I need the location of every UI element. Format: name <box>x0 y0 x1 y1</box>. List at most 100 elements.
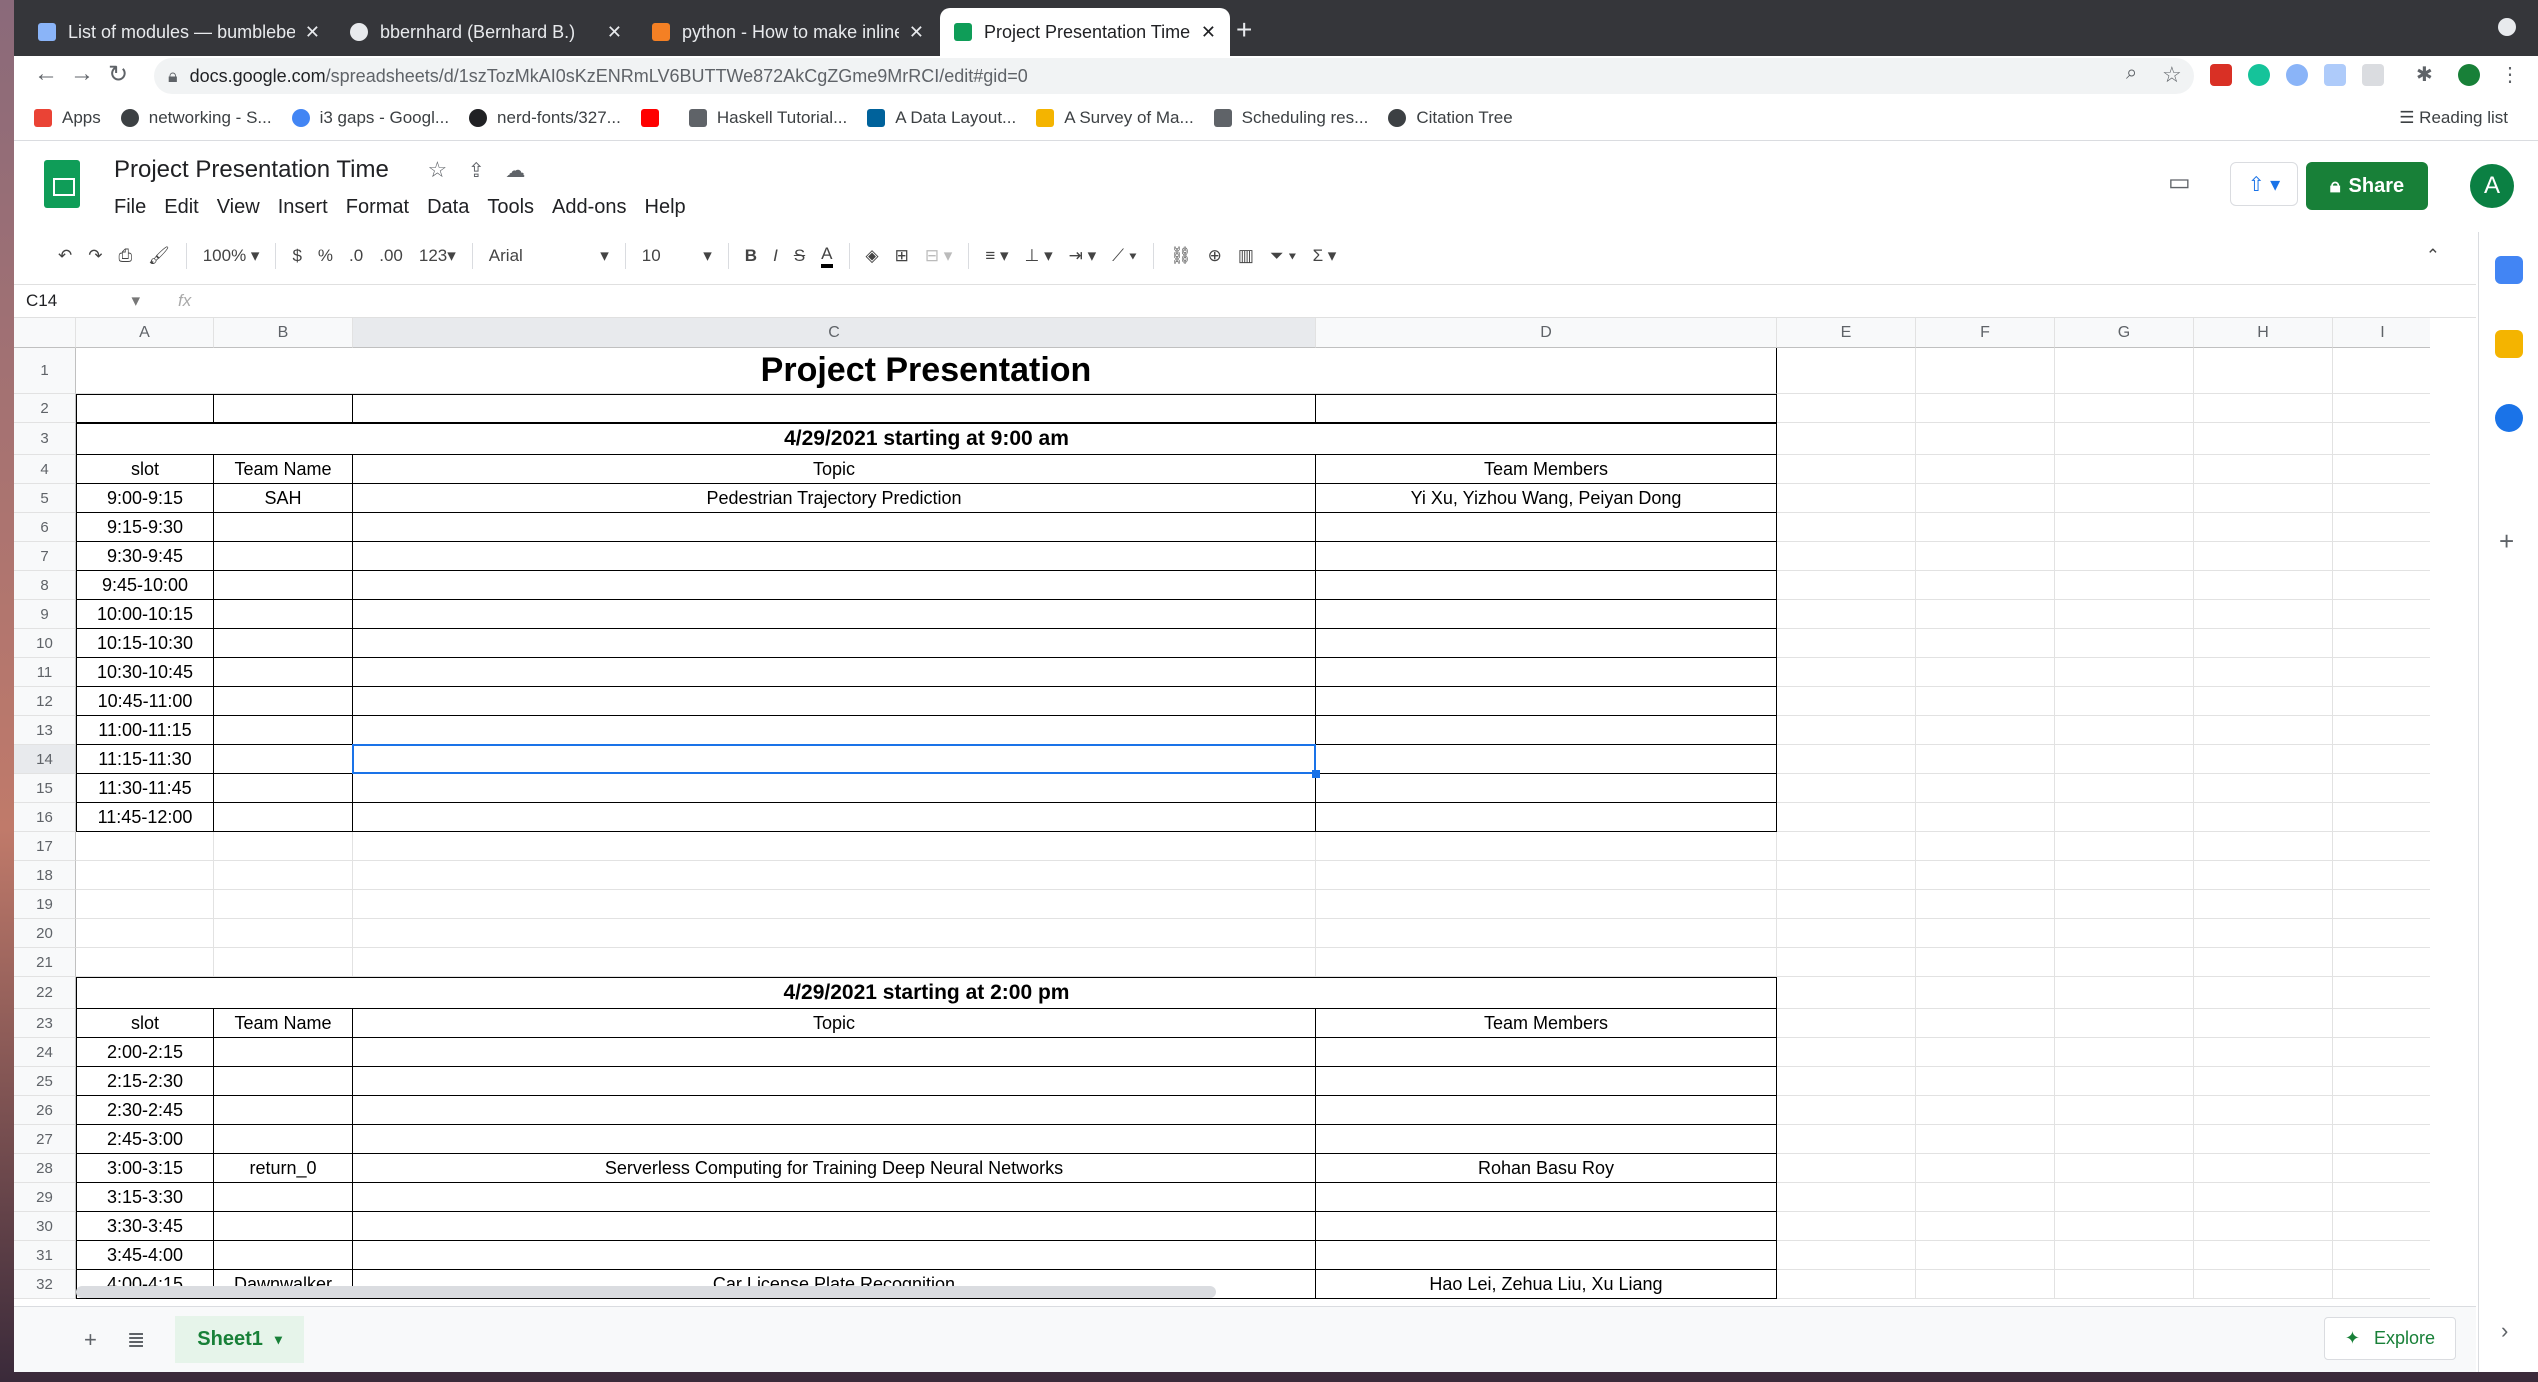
menu-insert[interactable]: Insert <box>278 196 328 219</box>
row-header[interactable]: 10 <box>14 629 76 658</box>
name-box[interactable]: C14 ▾ <box>14 291 154 311</box>
team-members-cell[interactable] <box>1316 600 1777 629</box>
grid-cell[interactable] <box>1916 716 2055 745</box>
close-tab-icon[interactable]: ✕ <box>305 22 320 43</box>
row-header[interactable]: 7 <box>14 542 76 571</box>
grid-cell[interactable] <box>1777 423 1916 455</box>
grid-cell[interactable] <box>214 948 353 977</box>
row-header[interactable]: 27 <box>14 1125 76 1154</box>
slot-cell[interactable]: 9:00-9:15 <box>76 484 214 513</box>
borders-icon[interactable]: ⊞ <box>895 246 909 266</box>
row-header[interactable]: 21 <box>14 948 76 977</box>
browser-tab-2[interactable]: bbernhard (Bernhard B.) ✕ <box>336 8 636 56</box>
grid-cell[interactable] <box>2333 348 2430 394</box>
grid-cell[interactable] <box>2055 861 2194 890</box>
row-header[interactable]: 8 <box>14 571 76 600</box>
grid-cell[interactable] <box>353 890 1316 919</box>
menu-view[interactable]: View <box>217 196 260 219</box>
horizontal-align-icon[interactable]: ≡ ▾ <box>985 246 1008 266</box>
topic-cell[interactable] <box>353 571 1316 600</box>
grid-cell[interactable] <box>2333 394 2430 423</box>
close-tab-icon[interactable]: ✕ <box>607 22 622 43</box>
slot-cell[interactable]: 9:45-10:00 <box>76 571 214 600</box>
topic-cell[interactable]: Serverless Computing for Training Deep N… <box>353 1154 1316 1183</box>
grid-cell[interactable] <box>1916 1096 2055 1125</box>
slot-cell[interactable]: 2:30-2:45 <box>76 1096 214 1125</box>
grid-cell[interactable] <box>2194 629 2333 658</box>
slot-cell[interactable]: 2:15-2:30 <box>76 1067 214 1096</box>
topic-cell[interactable] <box>353 1212 1316 1241</box>
grid-cell[interactable] <box>2194 774 2333 803</box>
grid-cell[interactable] <box>2055 774 2194 803</box>
sheets-logo-icon[interactable] <box>44 160 80 208</box>
currency-button[interactable]: $ <box>292 246 301 266</box>
grid-cell[interactable] <box>2194 832 2333 861</box>
undo-icon[interactable]: ↶ <box>58 246 72 266</box>
grid-cell[interactable] <box>2333 1096 2430 1125</box>
grid-cell[interactable] <box>2333 1154 2430 1183</box>
grid-cell[interactable] <box>1777 948 1916 977</box>
star-icon[interactable]: ☆ <box>427 157 447 182</box>
bookmark-star-icon[interactable]: ☆ <box>2162 62 2182 88</box>
team-members-cell[interactable] <box>1316 1096 1777 1125</box>
grid-cell[interactable] <box>214 394 353 423</box>
grid-cell[interactable] <box>1916 455 2055 484</box>
grid-cell[interactable] <box>1916 1009 2055 1038</box>
extension-icon[interactable] <box>2362 64 2384 86</box>
grid-cell[interactable] <box>2333 1212 2430 1241</box>
topic-cell[interactable] <box>353 745 1316 774</box>
topic-cell[interactable] <box>353 803 1316 832</box>
row-header[interactable]: 3 <box>14 423 76 455</box>
grid-cell[interactable] <box>1316 832 1777 861</box>
team-name-cell[interactable] <box>214 1125 353 1154</box>
grid-cell[interactable] <box>1916 861 2055 890</box>
team-members-cell[interactable] <box>1316 687 1777 716</box>
grid-cell[interactable] <box>1916 803 2055 832</box>
grid-cell[interactable] <box>1777 977 1916 1009</box>
grid-cell[interactable] <box>2194 658 2333 687</box>
grid-cell[interactable] <box>1316 919 1777 948</box>
grid-cell[interactable] <box>353 948 1316 977</box>
grid-cell[interactable] <box>2194 513 2333 542</box>
extension-icon[interactable] <box>2210 64 2232 86</box>
grid-cell[interactable] <box>2333 484 2430 513</box>
font-select[interactable]: Arial ▾ <box>489 246 609 266</box>
grid-cell[interactable] <box>1777 919 1916 948</box>
slot-cell[interactable]: 9:30-9:45 <box>76 542 214 571</box>
grid-cell[interactable] <box>2194 1038 2333 1067</box>
grid-cell[interactable] <box>2055 629 2194 658</box>
grid-cell[interactable] <box>1777 1270 1916 1299</box>
slot-cell[interactable]: 3:30-3:45 <box>76 1212 214 1241</box>
grid-cell[interactable] <box>2333 542 2430 571</box>
grid-cell[interactable] <box>2055 1009 2194 1038</box>
grid-cell[interactable] <box>1916 1270 2055 1299</box>
grid-cell[interactable] <box>1916 774 2055 803</box>
slot-cell[interactable]: 3:00-3:15 <box>76 1154 214 1183</box>
team-members-cell[interactable] <box>1316 1038 1777 1067</box>
grid-cell[interactable] <box>2194 600 2333 629</box>
grid-cell[interactable] <box>2194 1067 2333 1096</box>
collapse-toolbar-icon[interactable]: ⌃ <box>2426 246 2440 266</box>
grid-cell[interactable] <box>76 394 214 423</box>
slot-cell[interactable]: 11:15-11:30 <box>76 745 214 774</box>
grid-cell[interactable] <box>2194 542 2333 571</box>
grid-cell[interactable] <box>2194 861 2333 890</box>
grid-cell[interactable] <box>1777 571 1916 600</box>
slot-cell[interactable]: 10:15-10:30 <box>76 629 214 658</box>
redo-icon[interactable]: ↷ <box>88 246 102 266</box>
row-header[interactable]: 24 <box>14 1038 76 1067</box>
grid-cell[interactable] <box>2055 948 2194 977</box>
avatar[interactable]: A <box>2470 164 2514 208</box>
calendar-icon[interactable] <box>2495 256 2523 284</box>
link-icon[interactable]: ⛓︎ <box>1170 246 1192 266</box>
topic-cell[interactable] <box>353 687 1316 716</box>
team-name-cell[interactable]: return_0 <box>214 1154 353 1183</box>
grid-cell[interactable] <box>2333 687 2430 716</box>
grid-cell[interactable] <box>2194 394 2333 423</box>
grid-cell[interactable] <box>2333 658 2430 687</box>
topic-cell[interactable] <box>353 1125 1316 1154</box>
grid-cell[interactable] <box>2333 1125 2430 1154</box>
chevron-right-icon[interactable]: › <box>2501 1318 2508 1344</box>
team-members-cell[interactable]: Hao Lei, Zehua Liu, Xu Liang <box>1316 1270 1777 1299</box>
team-name-cell[interactable] <box>214 687 353 716</box>
